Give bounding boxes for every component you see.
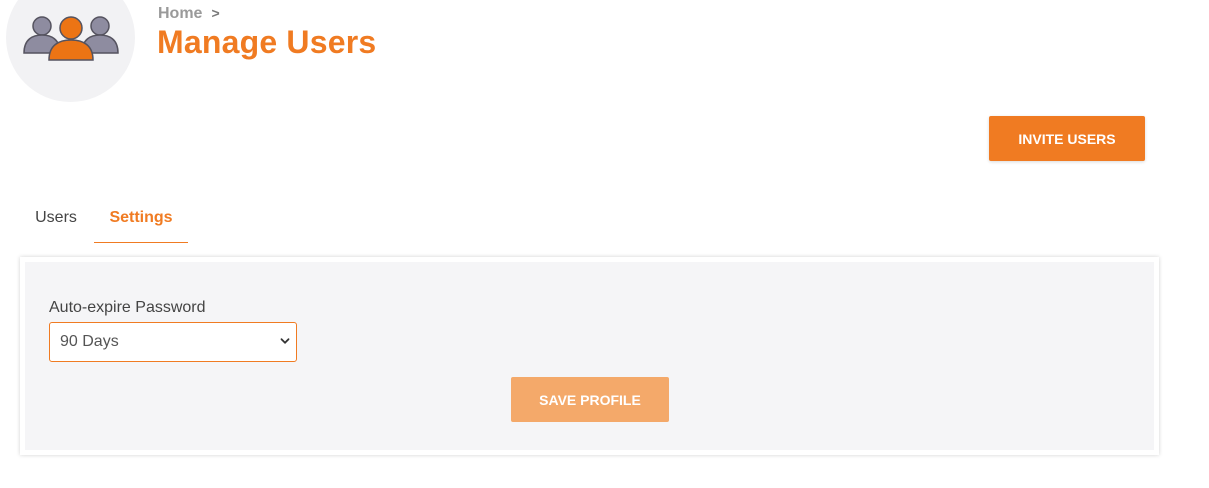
page-title: Manage Users — [157, 24, 377, 60]
breadcrumb: Home > — [158, 5, 220, 23]
breadcrumb-home-link[interactable]: Home — [158, 5, 202, 22]
auto-expire-password-label: Auto-expire Password — [49, 299, 206, 316]
tab-settings[interactable]: Settings — [94, 196, 188, 243]
auto-expire-password-value: 90 Days — [60, 333, 119, 350]
users-group-icon — [23, 16, 119, 61]
auto-expire-password-select[interactable]: 90 Days — [49, 322, 297, 362]
settings-panel-body: Auto-expire Password 90 Days SAVE PROFIL… — [25, 262, 1154, 450]
settings-panel: Auto-expire Password 90 Days SAVE PROFIL… — [20, 257, 1159, 455]
chevron-down-icon — [280, 338, 290, 344]
save-profile-button[interactable]: SAVE PROFILE — [511, 377, 669, 422]
manage-users-page: Home > Manage Users INVITE USERS Users Se… — [0, 0, 1209, 488]
invite-users-button[interactable]: INVITE USERS — [989, 116, 1145, 161]
tab-users[interactable]: Users — [20, 196, 92, 242]
avatar — [6, 0, 135, 102]
breadcrumb-separator: > — [211, 5, 220, 21]
